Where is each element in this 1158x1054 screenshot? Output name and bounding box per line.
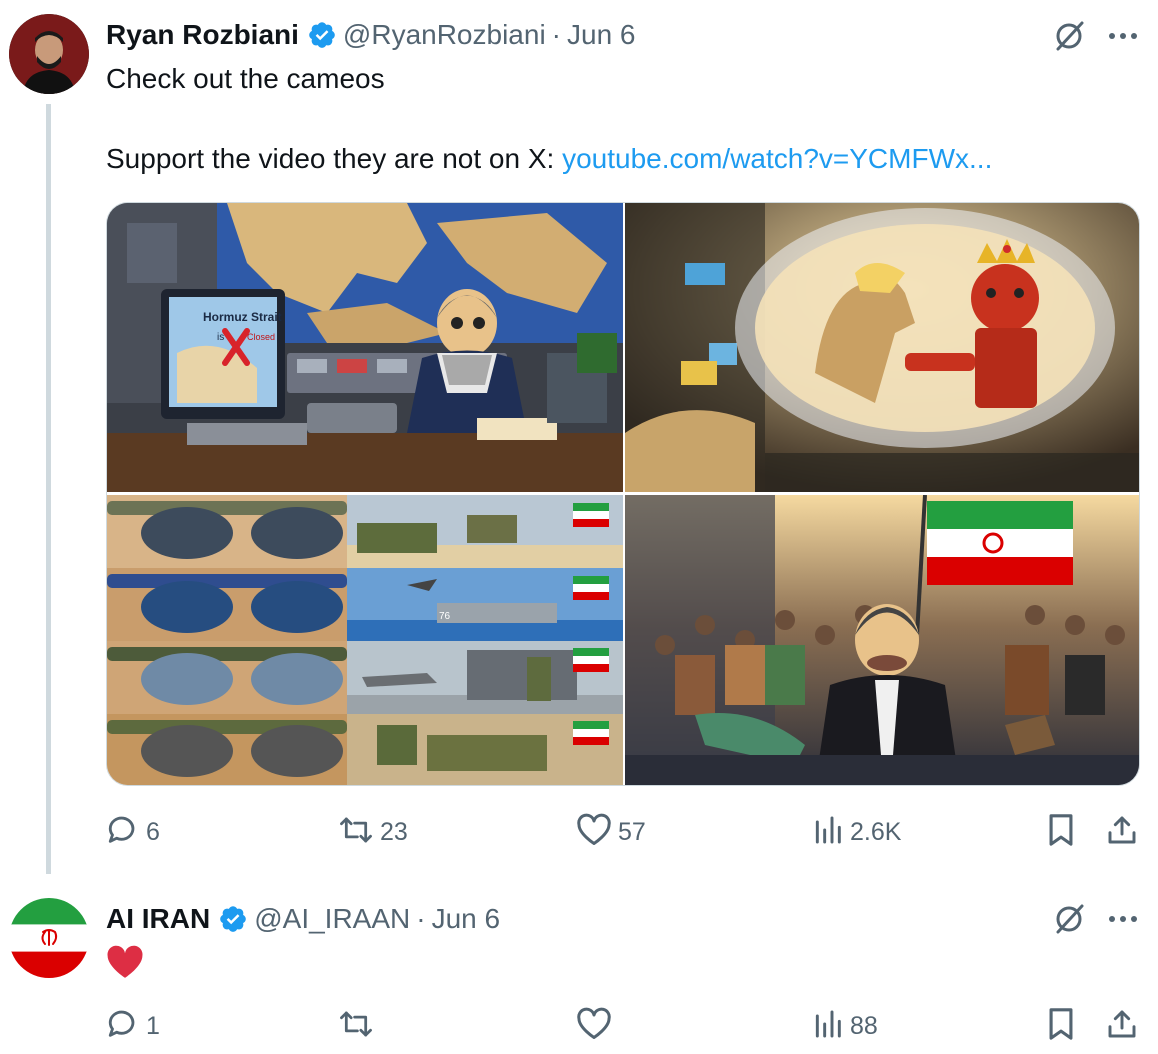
- media-image-lego-crowd[interactable]: [625, 495, 1139, 785]
- repost-icon: [338, 1007, 374, 1046]
- media-image-lego-military[interactable]: 76: [107, 495, 623, 785]
- verified-badge-icon: [218, 904, 248, 934]
- views-count: 2.6K: [850, 817, 902, 846]
- like-icon: [576, 813, 612, 852]
- reply-author-handle[interactable]: @AI_IRAAN: [254, 903, 410, 935]
- views-icon: [812, 814, 844, 851]
- views-button[interactable]: 2.6K: [812, 812, 901, 852]
- views-icon: [812, 1008, 844, 1045]
- reply-count: 6: [146, 817, 160, 846]
- media-image-lego-office[interactable]: Hormuz Strait is Closed: [107, 203, 623, 492]
- youtube-link[interactable]: youtube.com/watch?v=YCMFWx...: [562, 143, 992, 174]
- share-icon: [1106, 1007, 1138, 1046]
- reply-header: AI IRAN @AI_IRAAN · Jun 6: [106, 899, 500, 939]
- hormuz-screen-closed: Closed: [247, 332, 275, 342]
- grok-icon[interactable]: [1050, 900, 1088, 938]
- heart-emoji: [106, 944, 144, 980]
- like-button[interactable]: 57: [576, 812, 646, 852]
- like-count: 57: [618, 817, 646, 846]
- grok-icon[interactable]: [1050, 17, 1088, 55]
- hormuz-screen-is: is: [217, 332, 224, 343]
- reply-button[interactable]: 6: [106, 812, 160, 852]
- reply-icon: [106, 1007, 140, 1046]
- reply-count: 1: [146, 1011, 160, 1040]
- author-handle[interactable]: @RyanRozbiani: [343, 19, 546, 51]
- repost-icon: [338, 813, 374, 852]
- media-grid: Hormuz Strait is Closed 76: [106, 202, 1140, 786]
- tweet-header: Ryan Rozbiani @RyanRozbiani · Jun 6: [106, 15, 636, 55]
- repost-button[interactable]: [338, 1006, 380, 1046]
- author-name[interactable]: Ryan Rozbiani: [106, 19, 299, 51]
- share-button[interactable]: [1106, 1006, 1138, 1046]
- share-icon: [1106, 813, 1138, 852]
- separator-dot: ·: [416, 903, 426, 934]
- tweet-text-prefix: Support the video they are not on X:: [106, 143, 563, 174]
- views-count: 88: [850, 1011, 878, 1040]
- more-icon[interactable]: [1104, 900, 1142, 938]
- ship-hull-number: 76: [439, 611, 451, 622]
- tweet-date[interactable]: Jun 6: [567, 19, 636, 51]
- separator-dot: ·: [551, 19, 561, 50]
- share-button[interactable]: [1106, 812, 1138, 852]
- like-button[interactable]: [576, 1006, 618, 1046]
- reply-author-avatar[interactable]: [9, 898, 89, 978]
- like-icon: [576, 1007, 612, 1046]
- reply-author-name[interactable]: AI IRAN: [106, 903, 210, 935]
- reply-button[interactable]: 1: [106, 1006, 160, 1046]
- reply-action-bar: 1 88: [106, 1006, 1140, 1046]
- bookmark-button[interactable]: [1046, 812, 1076, 852]
- thread-connector-line: [46, 104, 51, 874]
- verified-badge-icon: [307, 20, 337, 50]
- more-icon[interactable]: [1104, 17, 1142, 55]
- bookmark-icon: [1046, 813, 1076, 852]
- tweet-text-line: Support the video they are not on X: you…: [106, 140, 992, 178]
- reply-date[interactable]: Jun 6: [432, 903, 501, 935]
- bookmark-button[interactable]: [1046, 1006, 1076, 1046]
- hormuz-screen-title: Hormuz Strait: [203, 310, 282, 324]
- repost-count: 23: [380, 817, 408, 846]
- repost-button[interactable]: 23: [338, 812, 408, 852]
- tweet-action-bar: 6 23 57 2.6K: [106, 812, 1140, 852]
- author-avatar[interactable]: [9, 14, 89, 94]
- media-image-lego-camel-bear[interactable]: [625, 203, 1139, 492]
- reply-icon: [106, 813, 140, 852]
- tweet-text-line: Check out the cameos: [106, 63, 385, 94]
- views-button[interactable]: 88: [812, 1006, 878, 1046]
- bookmark-icon: [1046, 1007, 1076, 1046]
